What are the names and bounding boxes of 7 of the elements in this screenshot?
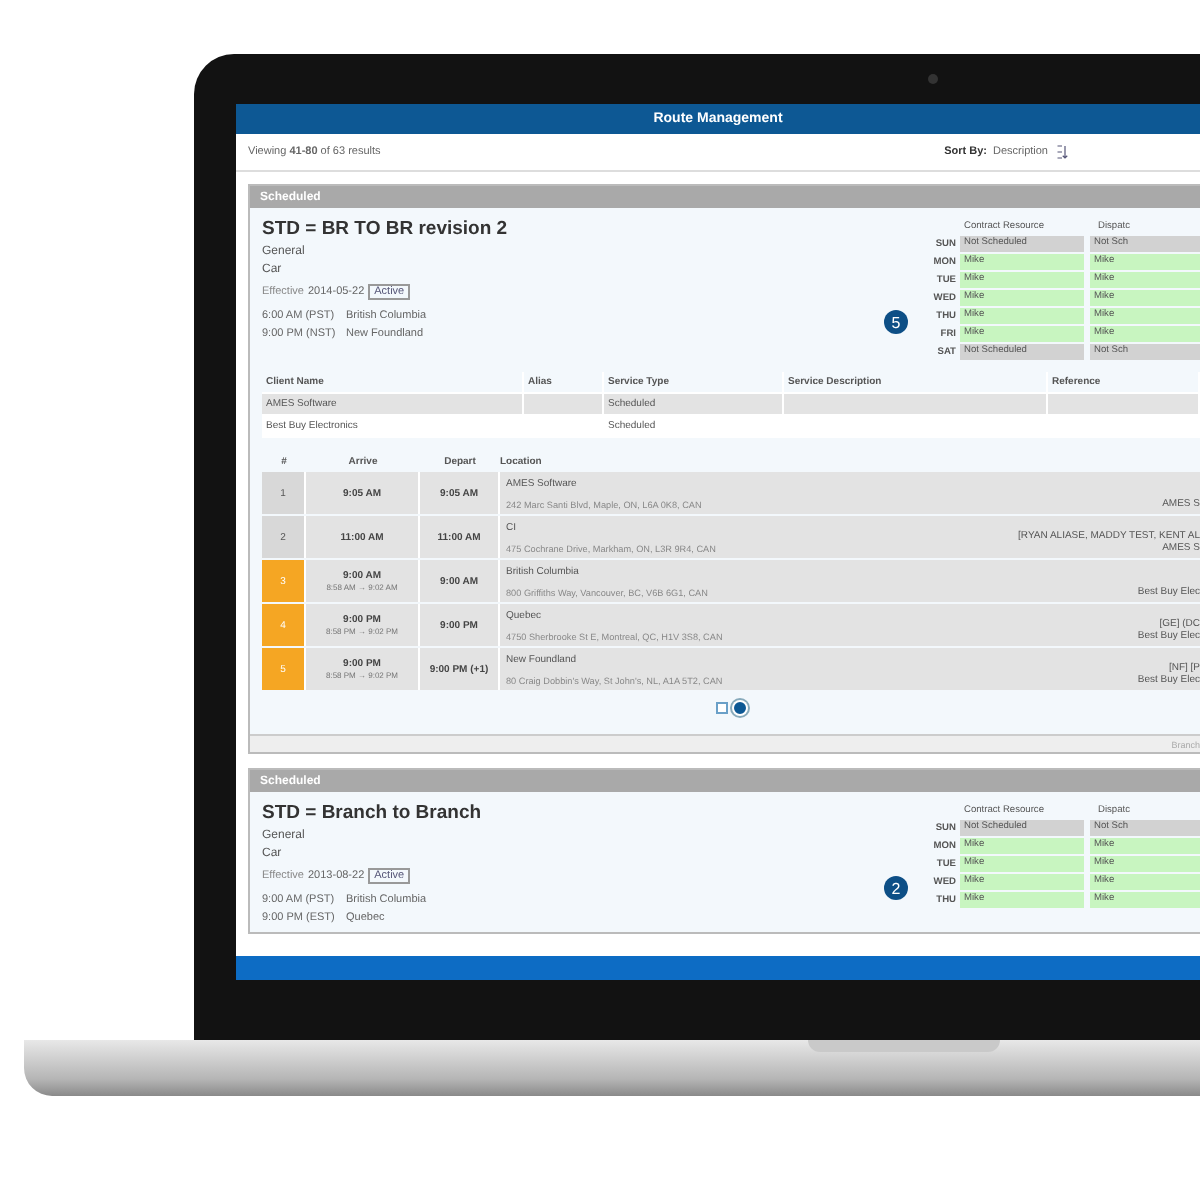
page-indicator[interactable] bbox=[734, 702, 746, 714]
stop-count-badge: 5 bbox=[884, 310, 908, 334]
camera-icon bbox=[928, 74, 938, 84]
sort-icon[interactable] bbox=[1056, 144, 1068, 160]
stop-count-badge: 2 bbox=[884, 876, 908, 900]
route-title: STD = BR TO BR revision 2 bbox=[262, 218, 510, 240]
route-title: STD = Branch to Branch bbox=[262, 802, 484, 824]
